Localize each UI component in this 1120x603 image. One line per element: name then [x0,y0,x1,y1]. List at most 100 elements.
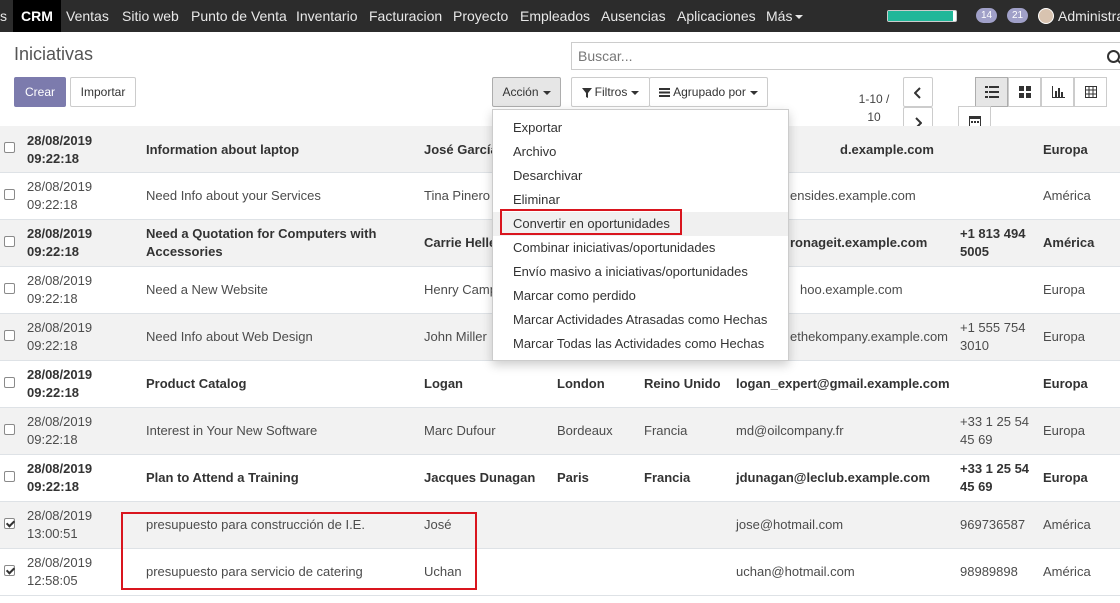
row-phone: +33 1 25 54 45 69 [960,461,1030,494]
row-date-time: 09:22:18 [27,151,80,166]
row-date: 28/08/2019 09:22:18 [27,366,92,402]
row-date-time: 09:22:18 [27,338,78,353]
row-date: 28/08/2019 09:22:18 [27,460,92,496]
kanban-view-button[interactable] [1008,77,1041,107]
nav-item-empleados[interactable]: Empleados [520,0,590,32]
row-date: 28/08/2019 12:58:05 [27,554,92,590]
row-email: hoo.example.com [800,282,903,297]
table-row[interactable]: 28/08/2019 09:22:18 Product Catalog Logan… [0,361,1120,408]
nav-item-aplicaciones[interactable]: Aplicaciones [677,0,756,32]
row-checkbox[interactable] [4,471,15,482]
row-checkbox[interactable] [4,424,15,435]
row-region: Europa [1043,470,1088,485]
row-date: 28/08/2019 09:22:18 [27,225,92,261]
filters-button[interactable]: Filtros [571,77,650,107]
row-email: md@oilcompany.fr [736,423,844,438]
row-checkbox[interactable] [4,189,15,200]
group-by-button[interactable]: Agrupado por [649,77,768,107]
table-grid-icon [1085,86,1097,98]
row-country: Reino Unido [644,376,721,391]
row-date-day: 28/08/2019 [27,133,93,148]
row-date-time: 09:22:18 [27,385,80,400]
row-date-time: 09:22:18 [27,479,80,494]
row-date: 28/08/2019 09:22:18 [27,132,92,168]
row-contact: Carrie Helle [424,235,497,250]
search-input[interactable] [572,43,1104,69]
nav-item-proyecto[interactable]: Proyecto [453,0,508,32]
nav-item-ausencias[interactable]: Ausencias [601,0,666,32]
row-region: América [1043,235,1095,250]
chevron-down-icon [631,90,640,95]
menu-item-unarchive[interactable]: Desarchivar [493,164,788,188]
menu-item-mark-lost[interactable]: Marcar como perdido [493,284,788,308]
row-date: 28/08/2019 13:00:51 [27,507,92,543]
row-checkbox[interactable] [4,518,15,529]
filters-label: Filtros [594,85,628,99]
nav-item-mas[interactable]: Más [766,0,804,32]
row-region: Europa [1043,376,1088,391]
row-checkbox[interactable] [4,565,15,576]
table-row[interactable]: 28/08/2019 09:22:18 Plan to Attend a Trai… [0,455,1120,502]
row-name: Need a New Website [146,282,268,297]
menu-item-mark-all-activities-done[interactable]: Marcar Todas las Actividades como Hechas [493,332,788,356]
selection-highlight-box [121,512,477,590]
row-email: jdunagan@leclub.example.com [736,470,931,485]
action-button[interactable]: Acción [492,77,561,107]
pager-previous-button[interactable] [903,77,933,107]
row-date-day: 28/08/2019 [27,508,93,523]
row-contact: José García [424,142,498,157]
convert-highlight-box [500,209,682,235]
row-phone: 969736587 [960,517,1026,532]
row-email: logan_expert@gmail.example.com [736,376,950,391]
avatar[interactable] [1038,8,1054,24]
nav-item-sitio-web[interactable]: Sitio web [122,0,179,32]
row-region: Europa [1043,142,1088,157]
row-phone: +1 813 494 5005 [960,226,1026,259]
search-icon[interactable] [1107,50,1120,63]
menu-item-merge-leads[interactable]: Combinar iniciativas/oportunidades [493,236,788,260]
row-checkbox[interactable] [4,283,15,294]
graph-view-button[interactable] [1041,77,1074,107]
nav-item-punto-de-venta[interactable]: Punto de Venta [191,0,287,32]
nav-item-inventario[interactable]: Inventario [296,0,357,32]
row-country: Francia [644,470,691,485]
nav-item-crm[interactable]: CRM [13,0,61,32]
activities-badge[interactable]: 21 [1007,8,1029,23]
menu-item-mass-mail[interactable]: Envío masivo a iniciativas/oportunidades [493,260,788,284]
user-menu[interactable]: Administra [1058,0,1120,32]
pivot-view-button[interactable] [1074,77,1107,107]
import-button[interactable]: Importar [70,77,136,107]
row-checkbox[interactable] [4,142,15,153]
row-region: Europa [1043,282,1085,297]
row-date-day: 28/08/2019 [27,555,93,570]
menu-item-export[interactable]: Exportar [493,116,788,140]
row-date-time: 09:22:18 [27,197,78,212]
row-date-time: 13:00:51 [27,526,78,541]
onboarding-progress-bar[interactable] [887,10,957,22]
row-date-day: 28/08/2019 [27,461,93,476]
messages-badge[interactable]: 14 [976,8,998,23]
row-checkbox[interactable] [4,236,15,247]
row-contact: Tina Pinero [424,188,490,203]
table-row[interactable]: 28/08/2019 09:22:18 Interest in Your New … [0,408,1120,455]
row-checkbox[interactable] [4,330,15,341]
menu-item-mark-overdue-activities-done[interactable]: Marcar Actividades Atrasadas como Hechas [493,308,788,332]
row-name: Need Info about your Services [146,188,321,203]
pager[interactable]: 1-10 / 10 [850,90,898,126]
nav-item-facturacion[interactable]: Facturacion [369,0,442,32]
nav-item-ventas[interactable]: Ventas [66,0,109,32]
row-contact: John Miller [424,329,487,344]
menu-item-archive[interactable]: Archivo [493,140,788,164]
row-date-day: 28/08/2019 [27,226,93,241]
create-button[interactable]: Crear [14,77,66,107]
row-email: uchan@hotmail.com [736,564,855,579]
pager-range: 1-10 / [858,92,890,106]
row-date-time: 09:22:18 [27,244,80,259]
list-view-button[interactable] [975,77,1008,107]
nav-item-prev[interactable]: s [0,0,7,32]
row-date: 28/08/2019 09:22:18 [27,413,92,449]
messages-count: 14 [976,8,998,23]
action-dropdown-menu: Exportar Archivo Desarchivar Eliminar Co… [492,109,789,361]
row-checkbox[interactable] [4,377,15,388]
row-name: Interest in Your New Software [146,423,318,438]
